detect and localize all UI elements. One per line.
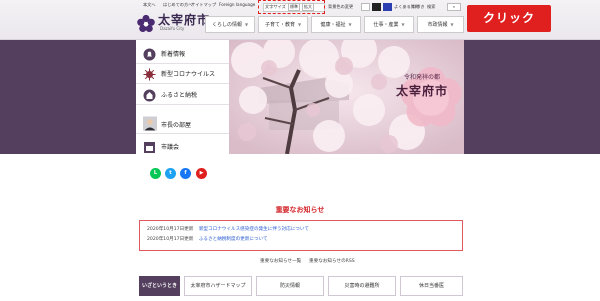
nav-city-policy[interactable]: 市政情報 ▼ — [417, 16, 464, 33]
notice-date: 2020年10月17日更新 — [147, 237, 194, 242]
youtube-icon[interactable]: ▶ — [196, 168, 207, 179]
notice-link[interactable]: ふるさと納税制度の更新について — [199, 237, 268, 242]
click-callout: クリック — [467, 5, 551, 32]
menu-label-hometown-tax: ふるさと納税 — [161, 92, 198, 99]
hazard-map-button[interactable]: 太宰府市ハザードマップ — [184, 276, 252, 296]
facebook-icon[interactable]: f — [180, 168, 191, 179]
util-link-foreign-language[interactable]: Foreign language — [219, 2, 255, 7]
city-logo-icon[interactable] — [136, 14, 156, 34]
emergency-label: いざというとき — [139, 276, 180, 296]
text-size-highlight-frame — [258, 0, 325, 14]
notice-date: 2020年10月17日更新 — [147, 227, 194, 232]
chevron-down-icon: ▼ — [348, 22, 352, 27]
menu-item-covid[interactable]: 新型コロナウイルス — [136, 65, 229, 84]
menu-item-mayor[interactable]: 市長の部屋 — [136, 114, 229, 134]
util-link-continue[interactable]: つづき — [412, 4, 425, 10]
chevron-down-icon: ▼ — [450, 22, 454, 27]
bg-color-black-button[interactable] — [372, 3, 381, 11]
menu-label-assembly: 市議会 — [161, 144, 180, 151]
notice-box: 2020年10月17日更新 新型コロナウイルス感染症の発生に伴う対応について 2… — [139, 220, 463, 251]
twitter-icon[interactable]: t — [165, 168, 176, 179]
notice-item: 2020年10月17日更新 新型コロナウイルス感染症の発生に伴う対応について — [147, 226, 309, 232]
menu-item-hometown-tax[interactable]: ふるさと納税 — [136, 86, 229, 105]
nav-work[interactable]: 仕事・産業 ▼ — [364, 16, 414, 33]
assembly-icon — [144, 142, 155, 153]
notice-rss-link[interactable]: 重要なお知らせのRSS — [309, 258, 355, 264]
menu-label-news: 新着情報 — [161, 51, 186, 58]
notice-link[interactable]: 新型コロナウイルス感染症の発生に伴う対応について — [199, 227, 309, 232]
util-link-first-visit[interactable]: はじめての方へ — [163, 2, 192, 8]
chevron-down-icon: ▼ — [297, 22, 302, 27]
nav-city-policy-label: 市政情報 — [427, 22, 448, 28]
search-icon: ⌕ — [452, 4, 456, 9]
nav-childcare[interactable]: 子育て・教育 ▼ — [258, 16, 308, 33]
nav-living-label: くらしの情報 — [211, 22, 242, 28]
line-icon[interactable]: L — [150, 168, 161, 179]
disaster-info-button[interactable]: 防災情報 — [256, 276, 324, 296]
site-name-sub: Dazaifu City — [160, 26, 185, 31]
util-link-skip[interactable]: 本文へ — [143, 2, 156, 8]
bg-color-label: 背景色の変更 — [328, 4, 354, 9]
search-icon-button[interactable]: ⌕ — [447, 3, 461, 11]
menu-label-covid: 新型コロナウイルス — [161, 71, 216, 78]
nav-living[interactable]: くらしの情報 ▼ — [205, 16, 255, 33]
chevron-down-icon: ▼ — [244, 22, 249, 27]
menu-label-mayor: 市長の部屋 — [161, 122, 192, 129]
hero-badge-title: 太宰府市 — [395, 84, 448, 98]
menu-item-assembly[interactable]: 市議会 — [136, 138, 229, 157]
notice-title: 重要なお知らせ — [275, 206, 325, 214]
bell-icon — [143, 48, 156, 61]
virus-icon — [143, 68, 156, 81]
bg-color-white-button[interactable] — [361, 3, 370, 11]
nav-health-label: 健康・福祉 — [320, 22, 346, 28]
hometown-tax-icon — [143, 89, 156, 102]
nav-work-label: 仕事・産業 — [373, 22, 399, 28]
notice-item: 2020年10月17日更新 ふるさと納税制度の更新について — [147, 236, 268, 242]
shelter-button[interactable]: 災害時の避難所 — [328, 276, 396, 296]
menu-item-news[interactable]: 新着情報 — [136, 45, 229, 64]
util-link-sitemap[interactable]: サイトマップ — [191, 2, 216, 8]
holiday-doctor-button[interactable]: 休日当番医 — [400, 276, 463, 296]
chevron-down-icon: ▼ — [401, 22, 405, 27]
nav-childcare-label: 子育て・教育 — [264, 22, 295, 28]
nav-health[interactable]: 健康・福祉 ▼ — [311, 16, 361, 33]
util-link-search[interactable]: 検索 — [427, 4, 435, 10]
notice-list-link[interactable]: 重要なお知らせ一覧 — [260, 258, 301, 264]
mayor-photo — [143, 116, 157, 131]
bg-color-blue-button[interactable] — [383, 3, 392, 11]
hero-badge-subtitle: 令和発祥の都 — [403, 74, 440, 81]
